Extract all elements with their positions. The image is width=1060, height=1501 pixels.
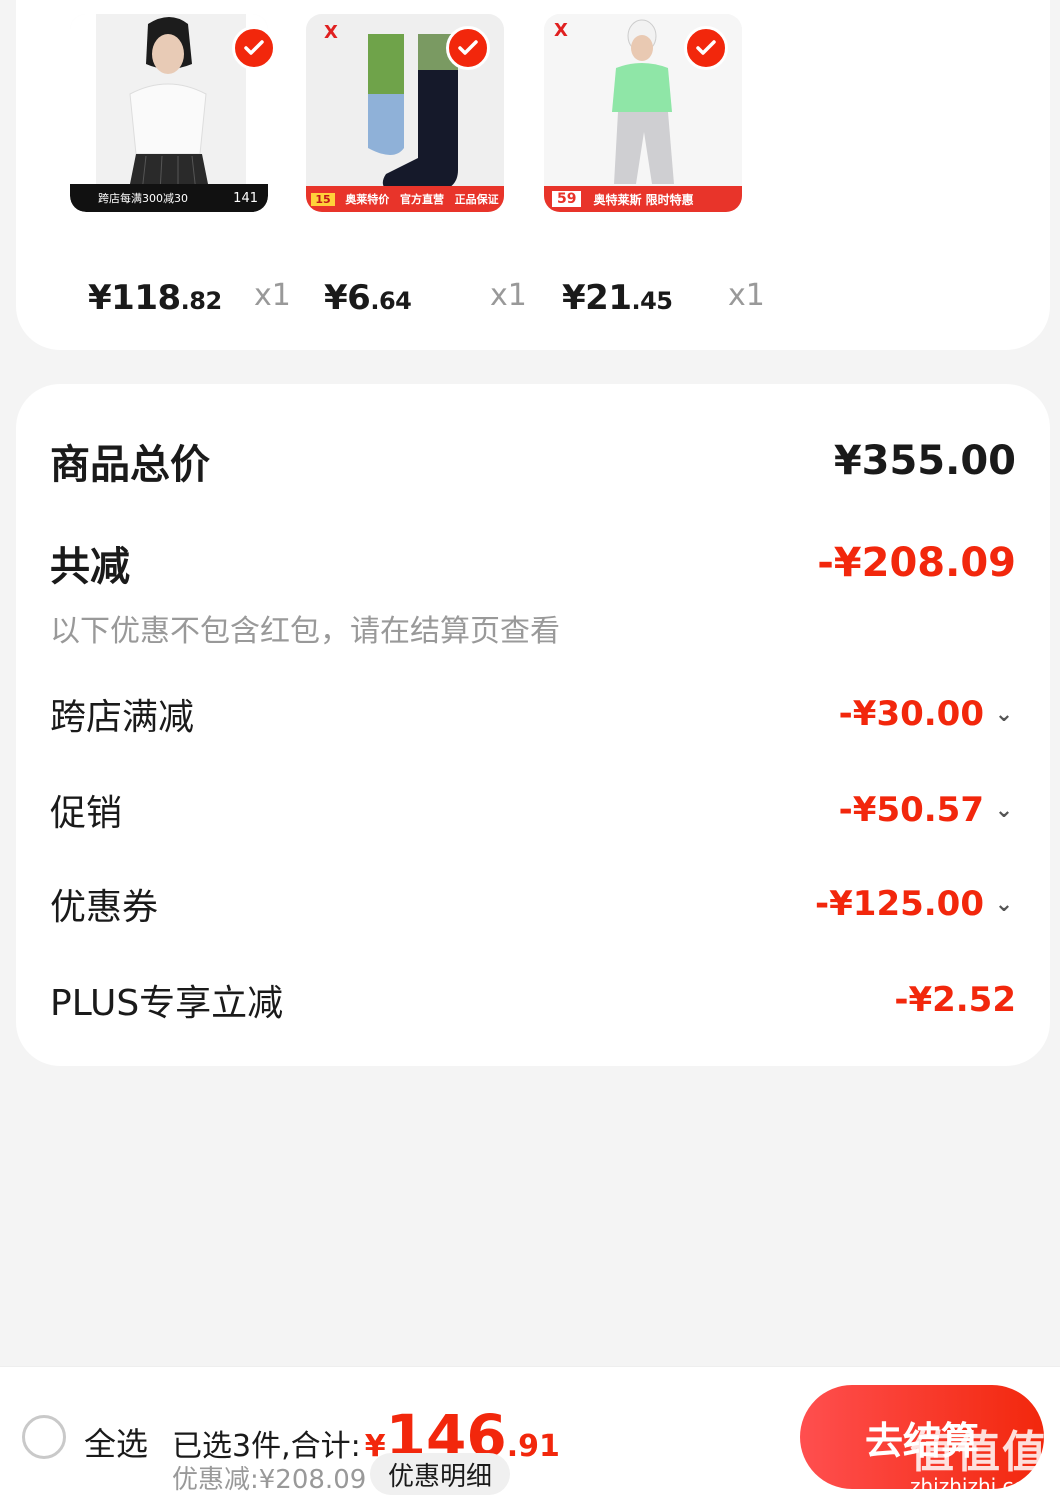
product-price: ¥21.45 xyxy=(562,278,673,318)
promo-price-tag: 59 xyxy=(552,191,582,207)
discount-value[interactable]: -¥50.57 ⌄ xyxy=(839,790,1016,830)
discount-detail-button[interactable]: 优惠明细 xyxy=(370,1453,511,1495)
discount-value: -¥2.52 xyxy=(894,980,1016,1020)
chevron-down-icon[interactable]: ⌄ xyxy=(992,702,1016,727)
total-reduction-label: 共减 xyxy=(50,544,130,590)
discount-row-plus: PLUS专享立减 -¥2.52 xyxy=(50,974,1016,1026)
discount-row-promotion[interactable]: 促销 -¥50.57 ⌄ xyxy=(50,784,1016,836)
total-reduction-row: 共减 -¥208.09 xyxy=(50,534,1016,592)
discount-label: 促销 xyxy=(50,793,123,834)
promo-text: 官方直营 xyxy=(399,193,444,206)
product-promo-banner: 15 奥莱特价 官方直营 正品保证 xyxy=(306,186,504,212)
total-price-value: ¥355.00 xyxy=(833,438,1016,484)
chevron-down-icon[interactable]: ⌄ xyxy=(992,892,1016,917)
watermark-logo: 值值值 xyxy=(910,1427,1048,1478)
total-decimal: .91 xyxy=(506,1429,560,1464)
item-selected-checkmark[interactable] xyxy=(684,26,728,70)
product-quantity: x1 xyxy=(490,278,527,313)
product-price: ¥6.64 xyxy=(324,278,412,318)
total-price-row: 商品总价 ¥355.00 xyxy=(50,432,1016,490)
svg-text:X: X xyxy=(554,20,568,41)
svg-text:X: X xyxy=(324,22,338,43)
watermark-url: zhizhizhi.com xyxy=(910,1474,1046,1498)
discount-label: PLUS专享立减 xyxy=(50,983,284,1024)
discount-label: 优惠券 xyxy=(50,887,159,928)
item-selected-checkmark[interactable] xyxy=(446,26,490,70)
discount-value[interactable]: -¥125.00 ⌄ xyxy=(815,884,1016,924)
product-quantity: x1 xyxy=(254,278,291,313)
promo-text: 正品保证 xyxy=(454,193,499,206)
total-price-label: 商品总价 xyxy=(50,442,210,488)
chevron-down-icon[interactable]: ⌄ xyxy=(992,798,1016,823)
price-summary-card: 商品总价 ¥355.00 共减 -¥208.09 以下优惠不包含红包，请在结算页… xyxy=(16,384,1050,1066)
product-price: ¥118.82 xyxy=(88,278,222,318)
discount-label: 跨店满减 xyxy=(50,697,195,738)
check-icon xyxy=(696,40,716,55)
promo-text: 奥莱特价 xyxy=(345,193,390,206)
product-promo-banner: 59 奥特莱斯 限时特惠 xyxy=(544,186,742,212)
product-promo-banner: 跨店每满300减30 141 xyxy=(70,184,268,212)
product-quantity: x1 xyxy=(728,278,765,313)
promo-text: 跨店每满300减30 xyxy=(98,192,188,205)
discount-row-coupon[interactable]: 优惠券 -¥125.00 ⌄ xyxy=(50,878,1016,930)
checkout-bar: 全选 已选3件,合计: ¥ 146 .91 优惠减:¥208.09 优惠明细 去… xyxy=(0,1366,1060,1501)
discount-value[interactable]: -¥30.00 ⌄ xyxy=(839,694,1016,734)
discount-row-cross-store[interactable]: 跨店满减 -¥30.00 ⌄ xyxy=(50,688,1016,740)
promo-text: 奥特莱斯 限时特惠 xyxy=(593,192,694,207)
promo-number: 141 xyxy=(233,190,258,206)
cart-products-card: 跨店每满300减30 141 ¥118.82 x1 X 15 奥莱特价 官方直营… xyxy=(16,0,1050,350)
check-icon xyxy=(458,40,478,55)
check-icon xyxy=(244,40,264,55)
select-all-label[interactable]: 全选 xyxy=(84,1419,148,1465)
discount-summary: 优惠减:¥208.09 xyxy=(172,1465,367,1495)
total-reduction-value: -¥208.09 xyxy=(817,540,1016,586)
promo-price-tag: 15 xyxy=(311,192,335,206)
item-selected-checkmark[interactable] xyxy=(232,26,276,70)
select-all-radio[interactable] xyxy=(22,1415,66,1459)
reduction-note: 以下优惠不包含红包，请在结算页查看 xyxy=(50,614,560,649)
